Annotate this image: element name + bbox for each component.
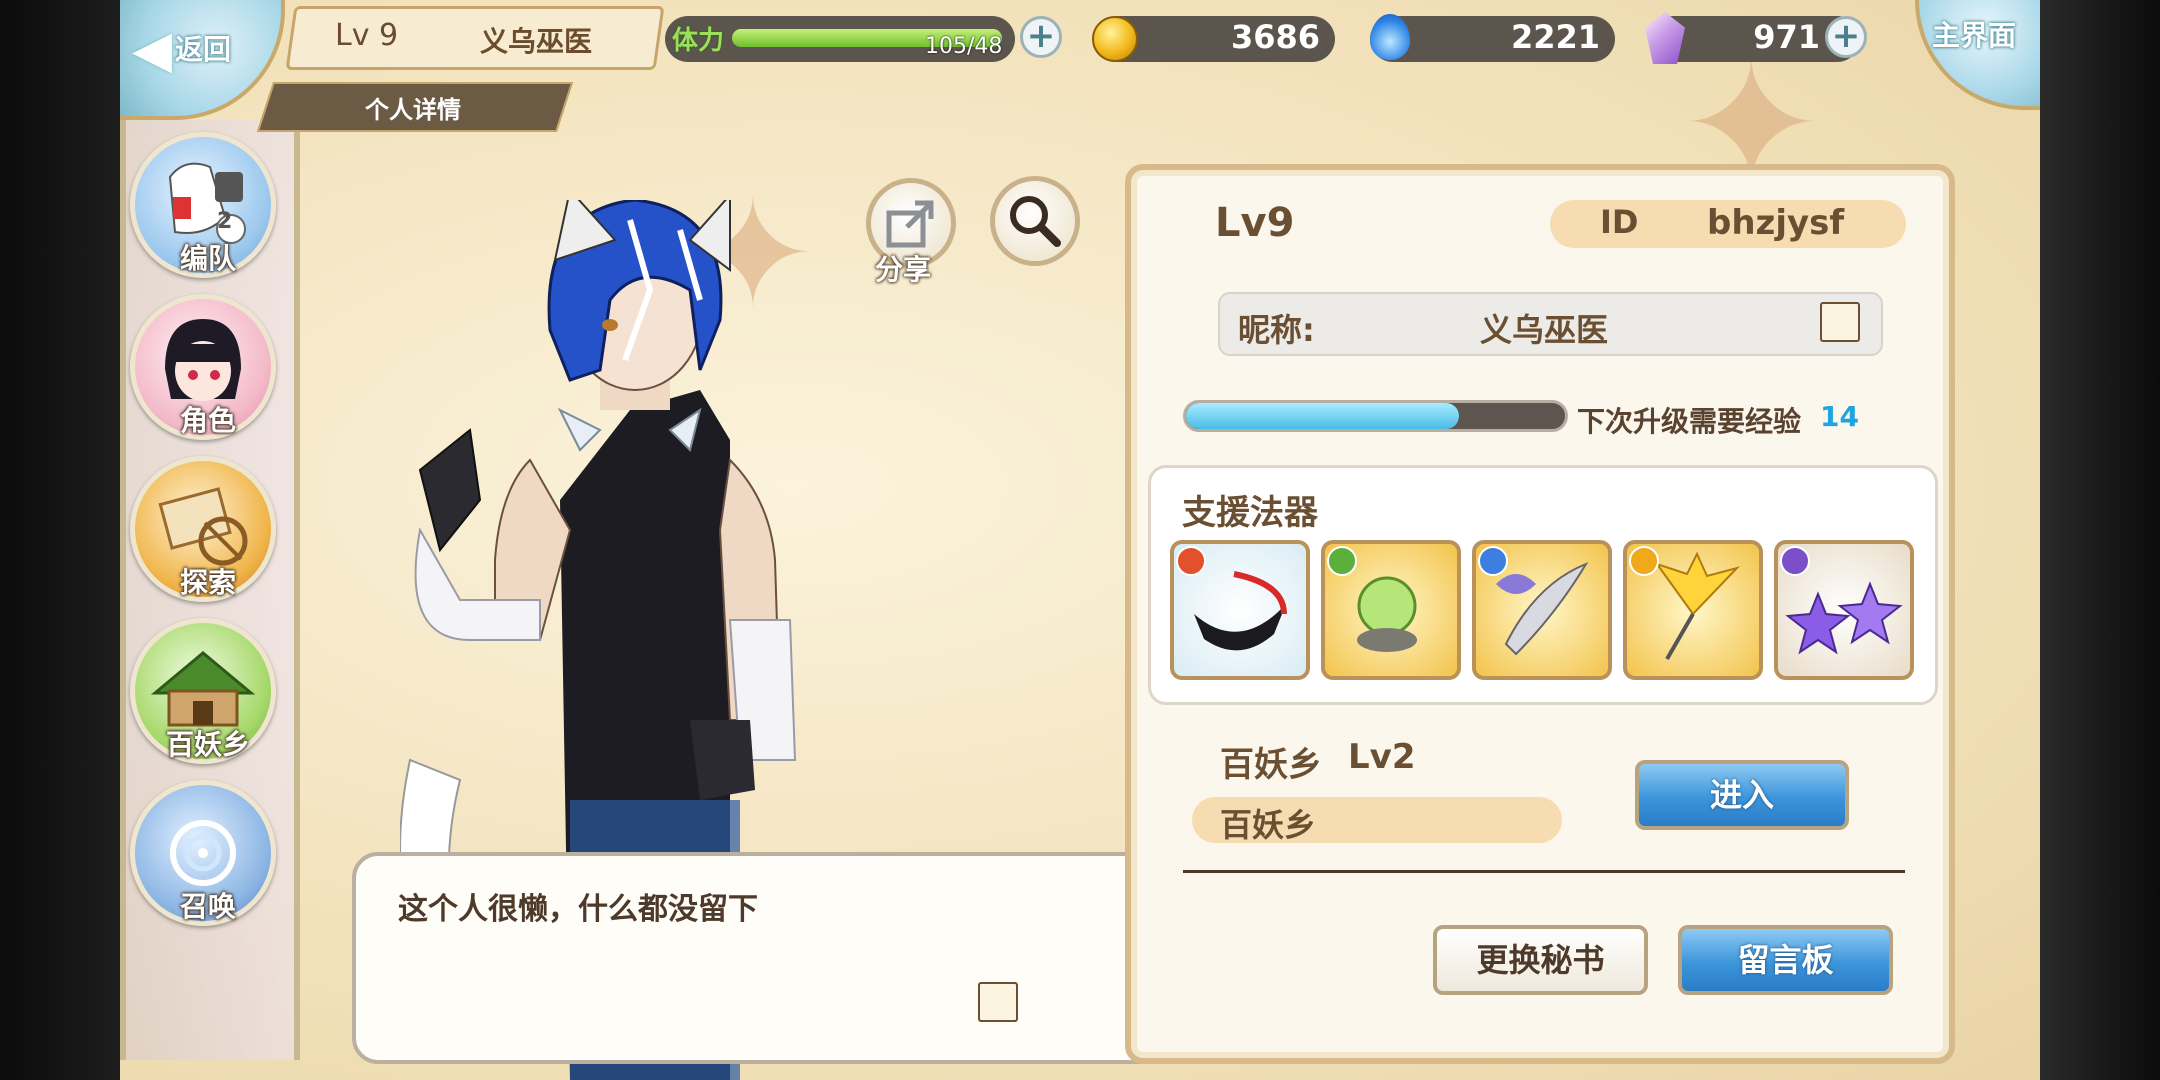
blue-flame-icon bbox=[1370, 14, 1410, 60]
right-letterbox bbox=[2040, 0, 2160, 1080]
section-divider bbox=[1183, 870, 1905, 873]
left-letterbox bbox=[0, 0, 120, 1080]
artifact-slot[interactable] bbox=[1623, 540, 1763, 680]
player-name: 义乌巫医 bbox=[480, 25, 593, 58]
exp-fill bbox=[1186, 403, 1459, 429]
gem-value: 971 bbox=[1753, 18, 1820, 56]
village-title: 百妖乡 bbox=[1220, 745, 1322, 785]
exp-value: 14 bbox=[1820, 400, 1859, 433]
add-stamina-button[interactable]: + bbox=[1020, 16, 1062, 58]
artifact-slot[interactable] bbox=[1170, 540, 1310, 680]
back-arrow-icon: ◀ bbox=[132, 20, 172, 80]
eye bbox=[602, 319, 618, 331]
light-element-icon bbox=[1629, 546, 1659, 576]
nav-label: 召唤 bbox=[179, 890, 236, 923]
stamina-value: 105/48 bbox=[925, 34, 1003, 59]
wind-element-icon bbox=[1327, 546, 1357, 576]
nav-character-button[interactable]: 角色 bbox=[130, 294, 276, 440]
stamina-label: 体力 bbox=[672, 26, 725, 56]
id-label: ID bbox=[1600, 203, 1639, 241]
team-count-badge: 2 bbox=[217, 209, 233, 234]
nickname-value: 义乌巫医 bbox=[1480, 311, 1609, 349]
gold-coin-icon bbox=[1092, 16, 1138, 62]
nav-village-button[interactable]: 百妖乡 bbox=[130, 618, 276, 764]
share-label: 分享 bbox=[875, 253, 932, 286]
village-level: Lv2 bbox=[1348, 737, 1416, 777]
search-button[interactable] bbox=[990, 176, 1080, 266]
profile-level: Lv9 bbox=[1215, 200, 1295, 246]
change-secretary-button[interactable]: 更换秘书 bbox=[1433, 925, 1648, 995]
message-board-button[interactable]: 留言板 bbox=[1678, 925, 1893, 995]
exp-bar bbox=[1183, 400, 1568, 432]
add-gem-button[interactable]: + bbox=[1825, 16, 1867, 58]
left-hand bbox=[418, 428, 482, 553]
nav-label: 百妖乡 bbox=[165, 728, 250, 761]
water-element-icon bbox=[1478, 546, 1508, 576]
right-hand bbox=[690, 720, 755, 800]
nav-label: 角色 bbox=[179, 404, 236, 437]
nav-label: 探索 bbox=[179, 566, 236, 599]
nickname-label: 昵称: bbox=[1238, 311, 1315, 349]
search-icon bbox=[1010, 196, 1061, 247]
nav-summon-button[interactable]: 召唤 bbox=[130, 780, 276, 926]
id-value: bhzjysf bbox=[1707, 203, 1845, 243]
profile-screen: ✦ ✦ 2 编队 角色 探索 百妖乡 召唤 ◀ 返回 Lv 9 义乌巫医 个人详… bbox=[120, 0, 2040, 1080]
artifacts-title: 支援法器 bbox=[1182, 493, 1318, 533]
signature-text: 这个人很懒，什么都没留下 bbox=[398, 892, 758, 927]
dark-element-icon bbox=[1780, 546, 1810, 576]
home-label: 主界面 bbox=[1932, 19, 2017, 52]
nav-label: 编队 bbox=[179, 242, 236, 275]
blue-currency-value: 2221 bbox=[1510, 18, 1600, 56]
edit-nickname-icon[interactable] bbox=[1820, 302, 1860, 342]
edit-signature-icon[interactable] bbox=[978, 982, 1018, 1022]
fire-element-icon bbox=[1176, 546, 1206, 576]
artifact-slot[interactable] bbox=[1472, 540, 1612, 680]
artifact-slot[interactable] bbox=[1774, 540, 1914, 680]
artifact-slot[interactable] bbox=[1321, 540, 1461, 680]
nav-explore-button[interactable]: 探索 bbox=[130, 456, 276, 602]
page-title: 个人详情 bbox=[365, 96, 461, 124]
exp-label: 下次升级需要经验 bbox=[1577, 405, 1802, 438]
nav-team-button[interactable]: 2 编队 bbox=[130, 132, 276, 278]
enter-village-button[interactable]: 进入 bbox=[1635, 760, 1849, 830]
village-name: 百妖乡 bbox=[1220, 806, 1317, 844]
back-label: 返回 bbox=[175, 33, 232, 66]
player-level: Lv 9 bbox=[335, 18, 399, 53]
gold-value: 3686 bbox=[1230, 18, 1320, 56]
